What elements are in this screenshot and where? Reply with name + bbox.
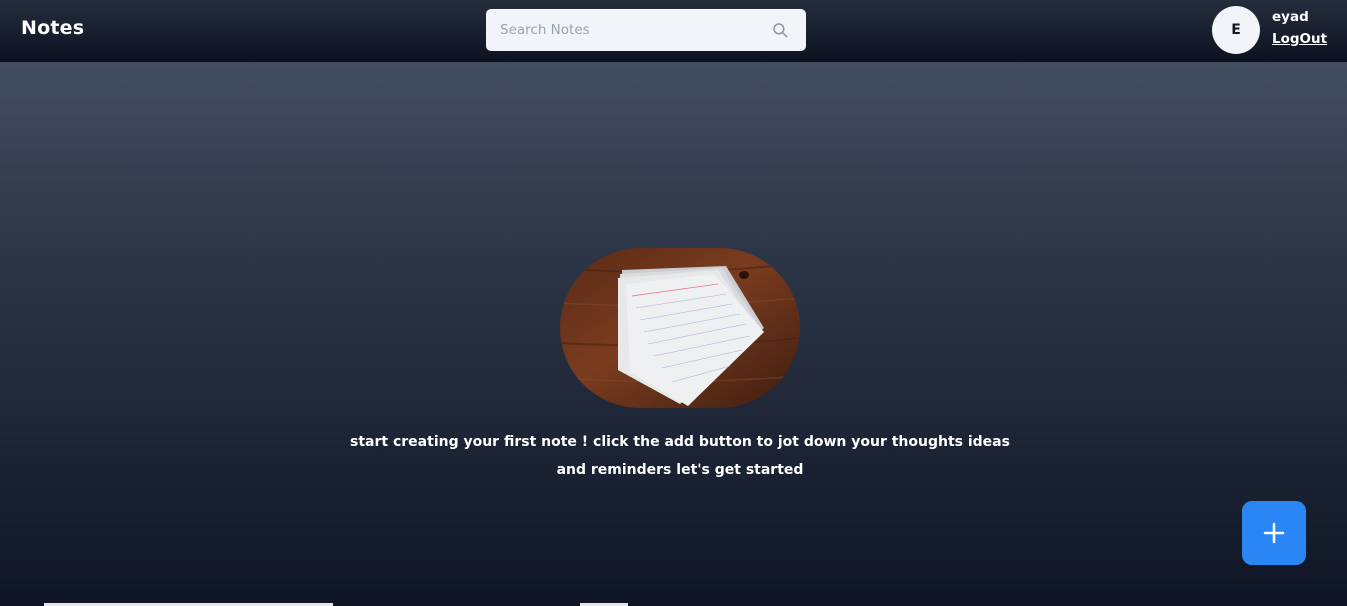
search-input[interactable]	[500, 9, 760, 51]
search-icon[interactable]	[771, 21, 789, 39]
plus-icon	[1263, 522, 1285, 544]
empty-notes-illustration	[560, 248, 800, 408]
logout-link[interactable]: LogOut	[1272, 31, 1327, 47]
avatar: E	[1212, 6, 1260, 54]
empty-state-message: start creating your first note ! click t…	[350, 434, 1010, 478]
search-bar[interactable]	[486, 9, 806, 51]
app-title: Notes	[21, 17, 85, 39]
top-navbar: Notes E eyad LogOut	[0, 0, 1347, 62]
add-note-button[interactable]	[1242, 501, 1306, 565]
user-name: eyad	[1272, 9, 1309, 25]
